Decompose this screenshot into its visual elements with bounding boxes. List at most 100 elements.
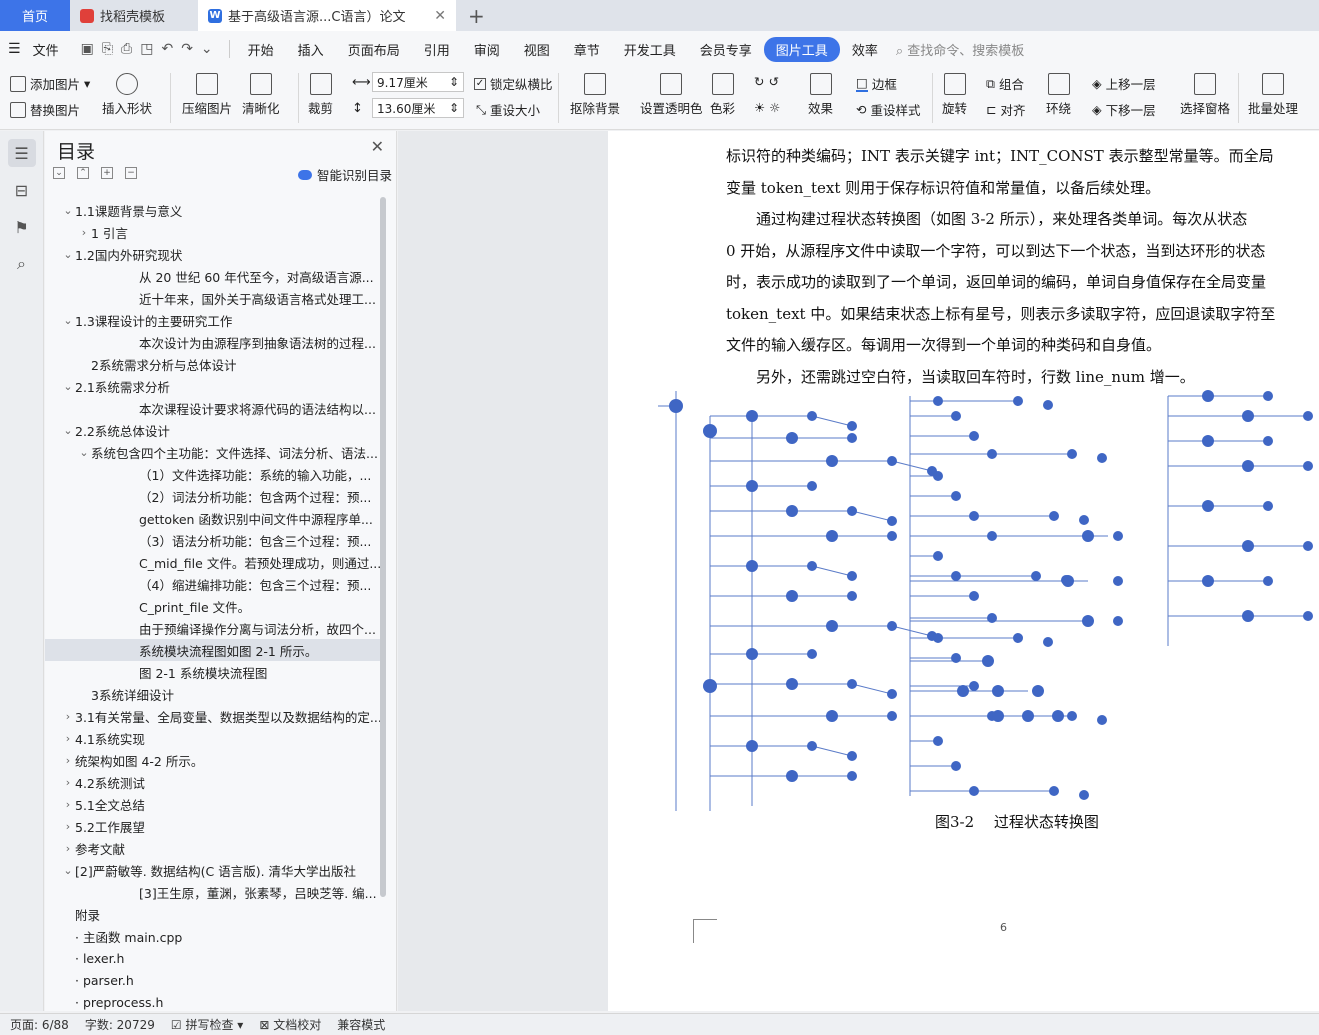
toc-item[interactable]: ⌄ 1.1课题背景与意义 bbox=[45, 199, 385, 221]
close-tab-icon[interactable]: ✕ bbox=[434, 8, 446, 24]
tab-document[interactable]: W 基于高级语言源...C语言）论文 ✕ bbox=[198, 0, 456, 31]
toc-item[interactable]: · preprocess.h bbox=[45, 991, 385, 1011]
chevron-down-icon[interactable]: ⌄ bbox=[77, 446, 91, 459]
toc-item[interactable]: · parser.h bbox=[45, 969, 385, 991]
toc-item[interactable]: 本次课程设计要求将源代码的语法结构以... bbox=[45, 397, 385, 419]
toc-item[interactable]: ⌄ [2]严蔚敏等. 数据结构(C 语言版). 清华大学出版社 bbox=[45, 859, 385, 881]
add-heading-icon[interactable]: + bbox=[101, 167, 113, 179]
spell-check[interactable]: ☑ 拼写检查 ▾ bbox=[171, 1016, 243, 1033]
toc-item[interactable]: › 4.2系统测试 bbox=[45, 771, 385, 793]
width-input[interactable]: 9.17厘米 ⇕ bbox=[372, 72, 464, 92]
preview-icon[interactable]: ◳ bbox=[140, 41, 153, 57]
contrast-icon[interactable]: ☀ ☼ bbox=[754, 100, 780, 115]
spinner-icon[interactable]: ⇕ bbox=[449, 101, 459, 115]
chevron-right-icon[interactable]: › bbox=[61, 754, 75, 767]
new-tab-button[interactable]: + bbox=[456, 0, 497, 31]
toc-item[interactable]: （4）缩进编排功能：包含三个过程：预... bbox=[45, 573, 385, 595]
toc-item[interactable]: › 3.1有关常量、全局变量、数据类型以及数据结构的定... bbox=[45, 705, 385, 727]
search-icon[interactable]: ⌕ bbox=[8, 250, 36, 278]
brightness-icon[interactable]: ↻ ↺ bbox=[754, 74, 779, 89]
toc-item[interactable]: · lexer.h bbox=[45, 947, 385, 969]
toc-item[interactable]: › 5.1全文总结 bbox=[45, 793, 385, 815]
save-icon[interactable]: ▣ bbox=[81, 41, 94, 57]
toc-item[interactable]: 本次设计为由源程序到抽象语法树的过程... bbox=[45, 331, 385, 353]
bring-forward-button[interactable]: ◈ 上移一层 bbox=[1092, 74, 1156, 93]
chevron-down-icon[interactable]: ⌄ bbox=[61, 424, 75, 437]
crop-button[interactable]: 裁剪 bbox=[308, 73, 333, 117]
menu-chapter[interactable]: 章节 bbox=[562, 40, 612, 59]
bookmark-icon[interactable]: ⚑ bbox=[8, 213, 36, 241]
menu-developer[interactable]: 开发工具 bbox=[612, 40, 688, 59]
toc-item[interactable]: › 5.2工作展望 bbox=[45, 815, 385, 837]
remove-heading-icon[interactable]: − bbox=[125, 167, 137, 179]
toc-item[interactable]: ⌄ 1.3课程设计的主要研究工作 bbox=[45, 309, 385, 331]
toc-item[interactable]: ⌄ 2.2系统总体设计 bbox=[45, 419, 385, 441]
group-button[interactable]: ⧉ 组合 bbox=[986, 74, 1024, 93]
remove-background-button[interactable]: 抠除背景 bbox=[570, 73, 620, 117]
page-count[interactable]: 页面: 6/88 bbox=[10, 1016, 69, 1033]
tab-home[interactable]: 首页 bbox=[0, 0, 70, 31]
chevron-down-icon[interactable]: ⌄ bbox=[61, 204, 75, 217]
spinner-icon[interactable]: ⇕ bbox=[449, 75, 459, 89]
chevron-right-icon[interactable]: › bbox=[61, 710, 75, 723]
toc-item[interactable]: › 参考文献 bbox=[45, 837, 385, 859]
send-backward-button[interactable]: ◈ 下移一层 bbox=[1092, 100, 1156, 119]
collapse-all-icon[interactable]: ⌄ bbox=[53, 167, 65, 179]
menu-member[interactable]: 会员专享 bbox=[688, 40, 764, 59]
toc-item[interactable]: ⌄ 系统包含四个主功能：文件选择、词法分析、语法... bbox=[45, 441, 385, 463]
toc-item[interactable]: C_mid_file 文件。若预处理成功，则通过... bbox=[45, 551, 385, 573]
toc-item[interactable]: 附录 bbox=[45, 903, 385, 925]
toc-item[interactable]: 3系统详细设计 bbox=[45, 683, 385, 705]
menu-file[interactable]: 文件 bbox=[21, 40, 71, 59]
close-icon[interactable]: ✕ bbox=[371, 137, 384, 156]
hamburger-icon[interactable]: ☰ bbox=[8, 41, 21, 57]
toc-item[interactable]: [3]王生原，董渊，张素琴，吕映芝等. 编... bbox=[45, 881, 385, 903]
rotate-button[interactable]: 旋转 bbox=[942, 73, 967, 117]
menu-efficiency[interactable]: 效率 bbox=[840, 40, 890, 59]
sharpen-button[interactable]: 清晰化 bbox=[242, 73, 280, 117]
more-icon[interactable]: ⌄ bbox=[201, 41, 213, 57]
toc-item[interactable]: 2系统需求分析与总体设计 bbox=[45, 353, 385, 375]
toc-item[interactable]: C_print_file 文件。 bbox=[45, 595, 385, 617]
chevron-down-icon[interactable]: ⌄ bbox=[61, 864, 75, 877]
undo-icon[interactable]: ↶ bbox=[161, 41, 173, 57]
menu-start[interactable]: 开始 bbox=[236, 40, 286, 59]
color-button[interactable]: 色彩 bbox=[710, 73, 735, 117]
state-transition-figure[interactable] bbox=[648, 386, 1319, 811]
reset-size-button[interactable]: ⤡ 重设大小 bbox=[476, 100, 540, 119]
lock-ratio-checkbox[interactable]: ✓ 锁定纵横比 bbox=[474, 74, 553, 93]
toc-icon[interactable]: ☰ bbox=[7, 139, 36, 167]
tab-docer-templates[interactable]: 找稻壳模板 bbox=[70, 0, 198, 31]
toc-item[interactable]: 由于预编译操作分离与词法分析，故四个... bbox=[45, 617, 385, 639]
redo-icon[interactable]: ↷ bbox=[181, 41, 193, 57]
export-icon[interactable]: ⎘ bbox=[102, 41, 113, 57]
toc-item[interactable]: （3）语法分析功能：包含三个过程：预... bbox=[45, 529, 385, 551]
border-button[interactable]: □ 边框 bbox=[856, 74, 897, 93]
chevron-right-icon[interactable]: › bbox=[77, 226, 91, 239]
batch-process-button[interactable]: 批量处理 bbox=[1248, 73, 1298, 117]
toc-item[interactable]: › 1 引言 bbox=[45, 221, 385, 243]
align-button[interactable]: ⊏ 对齐 bbox=[986, 100, 1026, 119]
word-count[interactable]: 字数: 20729 bbox=[85, 1016, 155, 1033]
menu-picture-tools[interactable]: 图片工具 bbox=[763, 36, 840, 62]
menu-references[interactable]: 引用 bbox=[412, 40, 462, 59]
compress-image-button[interactable]: 压缩图片 bbox=[182, 73, 232, 117]
toc-item[interactable]: 从 20 世纪 60 年代至今，对高级语言源... bbox=[45, 265, 385, 287]
toc-item[interactable]: 近十年来，国外关于高级语言格式处理工... bbox=[45, 287, 385, 309]
toc-item[interactable]: 图 2-1 系统模块流程图 bbox=[45, 661, 385, 683]
chevron-right-icon[interactable]: › bbox=[61, 842, 75, 855]
insert-shape-button[interactable]: 插入形状 bbox=[102, 73, 152, 117]
set-transparent-button[interactable]: 设置透明色 bbox=[640, 73, 703, 117]
toc-item[interactable]: （1）文件选择功能：系统的输入功能，... bbox=[45, 463, 385, 485]
replace-image-button[interactable]: 替换图片 bbox=[10, 100, 80, 119]
selection-pane-button[interactable]: 选择窗格 bbox=[1180, 73, 1230, 117]
expand-all-icon[interactable]: ⌃ bbox=[77, 167, 89, 179]
toc-item[interactable]: › 统架构如图 4-2 所示。 bbox=[45, 749, 385, 771]
print-icon[interactable]: ⎙ bbox=[121, 41, 132, 57]
menu-insert[interactable]: 插入 bbox=[286, 40, 336, 59]
command-search[interactable]: ⌕ 查找命令、搜索模板 bbox=[896, 40, 1024, 59]
chevron-right-icon[interactable]: › bbox=[61, 776, 75, 789]
menu-review[interactable]: 审阅 bbox=[462, 40, 512, 59]
proofread[interactable]: ⊠ 文档校对 bbox=[259, 1016, 321, 1033]
height-input[interactable]: 13.60厘米 ⇕ bbox=[372, 98, 464, 118]
